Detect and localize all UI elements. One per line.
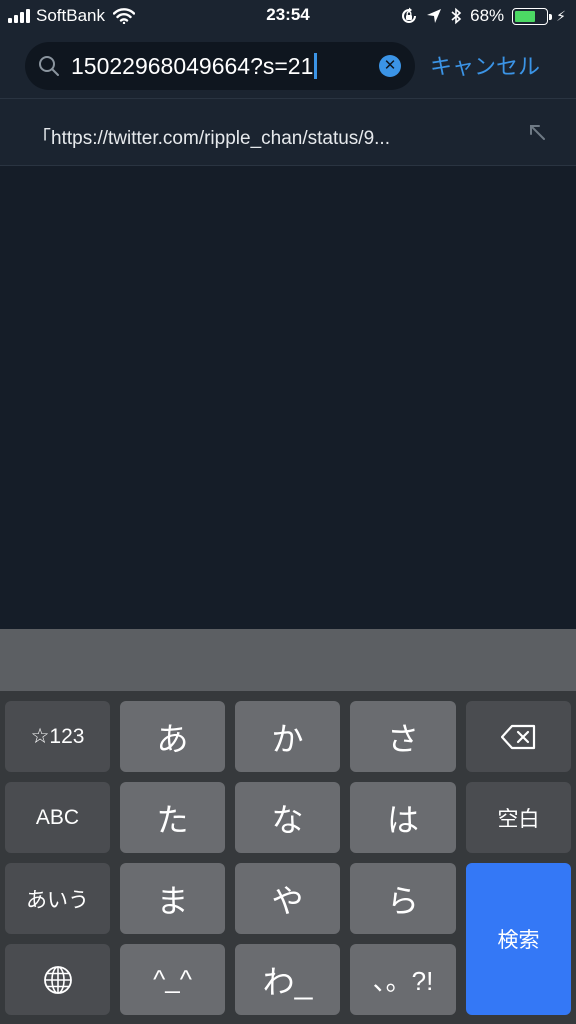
key-ha-label: は (386, 801, 419, 838)
key-punctuation-label: 、。?! (372, 966, 434, 996)
search-query-text: 15022968049664?s=21 (71, 53, 314, 79)
key-emoticon-label: ^_^ (153, 964, 192, 994)
search-query: 15022968049664?s=21 (71, 53, 318, 80)
key-na[interactable]: な (235, 782, 340, 853)
key-sa[interactable]: さ (350, 701, 456, 772)
key-ya-label: や (271, 882, 304, 919)
key-space[interactable]: 空白 (466, 782, 571, 853)
key-globe[interactable] (5, 944, 110, 1015)
key-ta-label: た (156, 801, 189, 838)
status-right: 68% ⚡ (400, 5, 566, 27)
bluetooth-icon (451, 7, 462, 25)
key-emoticon[interactable]: ^_^ (120, 944, 225, 1015)
key-a-label: あ (156, 720, 189, 757)
key-ka-label: か (271, 720, 304, 757)
search-input[interactable]: 15022968049664?s=21 ✕ (25, 42, 415, 90)
key-delete[interactable] (466, 701, 571, 772)
key-kana-mode[interactable]: あいう (5, 863, 110, 934)
key-space-label: 空白 (497, 807, 540, 831)
text-caret (314, 53, 318, 79)
close-icon: ✕ (383, 57, 397, 74)
arrow-up-left-icon[interactable] (528, 123, 546, 141)
key-ka[interactable]: か (235, 701, 340, 772)
charging-icon: ⚡ (556, 7, 566, 24)
keyboard-candidate-bar (0, 629, 576, 691)
search-key[interactable]: 検索 (466, 863, 571, 1015)
battery-percent: 68% (470, 6, 505, 25)
key-ya[interactable]: や (235, 863, 340, 934)
key-ta[interactable]: た (120, 782, 225, 853)
search-key-label: 検索 (497, 929, 540, 952)
battery-icon (512, 7, 553, 25)
key-abc-mode-label: ABC (35, 805, 80, 829)
key-ma[interactable]: ま (120, 863, 225, 934)
status-bar: SoftBank 23:54 68% ⚡ (0, 0, 576, 32)
key-sa-label: さ (386, 720, 419, 757)
key-punctuation[interactable]: 、。?! (350, 944, 456, 1015)
clear-search-button[interactable]: ✕ (379, 55, 401, 77)
search-icon (39, 56, 59, 76)
key-ra-label: ら (386, 882, 419, 919)
keyboard: ☆123 あ か さ ABC た な は 空白 あいう ま や ら 検索 ^_^… (0, 691, 576, 1024)
cancel-button[interactable]: キャンセル (430, 49, 540, 81)
key-wa-label: わ_ (262, 963, 313, 1000)
key-wa[interactable]: わ_ (235, 944, 340, 1015)
battery-fill (515, 10, 536, 22)
key-na-label: な (271, 801, 304, 838)
backspace-icon (500, 724, 535, 749)
key-abc-mode[interactable]: ABC (5, 782, 110, 853)
key-numbers-mode[interactable]: ☆123 (5, 701, 110, 772)
key-ha[interactable]: は (350, 782, 456, 853)
key-ma-label: ま (156, 882, 189, 919)
search-suggestion-row[interactable]: 「https://twitter.com/ripple_chan/status/… (0, 98, 576, 166)
key-a[interactable]: あ (120, 701, 225, 772)
key-kana-mode-label: あいう (26, 888, 89, 912)
results-area (0, 166, 576, 629)
suggestion-text: 「https://twitter.com/ripple_chan/status/… (32, 128, 390, 149)
orientation-lock-icon (402, 7, 417, 23)
key-ra[interactable]: ら (350, 863, 456, 934)
search-header: 15022968049664?s=21 ✕ キャンセル (0, 32, 576, 98)
globe-icon (43, 965, 72, 994)
key-numbers-mode-label: ☆123 (30, 725, 85, 748)
location-icon (427, 9, 442, 23)
